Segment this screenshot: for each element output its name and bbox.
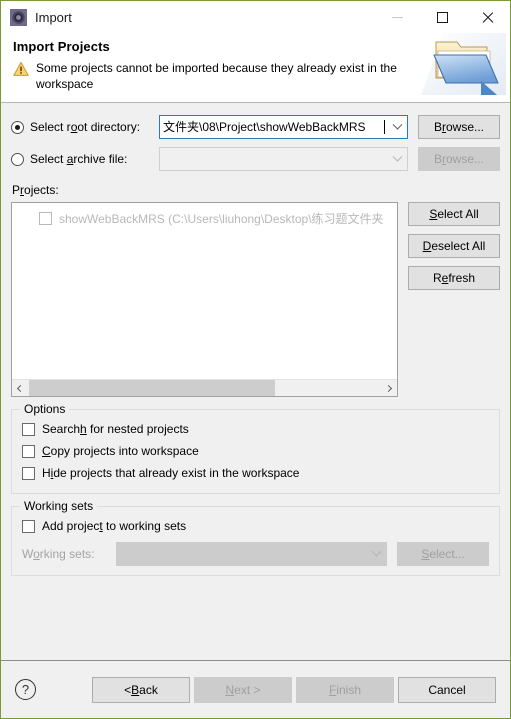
cancel-button[interactable]: Cancel <box>398 676 496 703</box>
footer-buttons: < Back Next > Finish Cancel <box>92 676 496 703</box>
projects-list-items: showWebBackMRS (C:\Users\liuhong\Desktop… <box>12 203 397 379</box>
working-sets-select-button[interactable]: Select... <box>397 542 489 566</box>
text-caret <box>384 120 385 134</box>
checkbox-copy-projects-into-workspace[interactable] <box>22 444 35 458</box>
list-item-label: showWebBackMRS (C:\Users\liuhong\Desktop… <box>59 211 384 226</box>
working-sets-group-title: Working sets <box>20 499 98 513</box>
select-all-button[interactable]: Select All <box>408 202 500 226</box>
option-copy-projects-into-workspace[interactable]: Copy projects into workspace <box>22 440 489 462</box>
radio-root-directory-icon <box>11 120 24 134</box>
deselect-all-button[interactable]: Deselect All <box>408 234 500 258</box>
window-controls <box>375 1 510 33</box>
finish-button[interactable]: Finish <box>296 676 394 703</box>
scrollbar-thumb[interactable] <box>29 380 275 396</box>
working-sets-group: Working sets Add project to working sets… <box>11 499 500 576</box>
option-label: Hide projects that already exist in the … <box>42 466 300 480</box>
root-directory-combo[interactable]: 文件夹\08\Project\showWebBackMRS <box>159 115 408 139</box>
title-bar: Import <box>1 1 510 33</box>
dialog-header: Import Projects Some projects cannot be … <box>1 33 510 103</box>
dialog-body: Select root directory: 文件夹\08\Project\sh… <box>1 103 510 660</box>
warning-triangle-icon <box>13 61 29 77</box>
next-button[interactable]: Next > <box>194 676 292 703</box>
projects-listbox[interactable]: showWebBackMRS (C:\Users\liuhong\Desktop… <box>11 202 398 397</box>
option-label: Copy projects into workspace <box>42 444 199 458</box>
minimize-icon <box>392 16 403 18</box>
checkbox-search-nested-projects[interactable] <box>22 422 35 436</box>
maximize-button[interactable] <box>420 1 465 33</box>
browse-root-directory-button[interactable]: Br owse... <box>418 115 500 139</box>
scroll-left-icon[interactable] <box>12 380 29 396</box>
select-archive-file-label: Select archive file: <box>30 152 128 166</box>
options-group: Options Searchh for nested projects Copy… <box>11 402 500 494</box>
question-mark-icon[interactable]: ? <box>15 679 36 700</box>
archive-file-combo[interactable] <box>159 147 408 171</box>
back-button[interactable]: < Back <box>92 676 190 703</box>
scroll-right-icon[interactable] <box>380 380 397 396</box>
select-root-directory-radio[interactable]: Select root directory: <box>11 120 159 134</box>
help-glyph: ? <box>21 682 30 697</box>
projects-side-buttons: Select All Deselect All Re fresh <box>408 202 500 298</box>
import-dialog-window: Import Import Projects Some projects can… <box>0 0 511 719</box>
window-title: Import <box>35 9 72 25</box>
open-folder-icon <box>421 33 506 103</box>
option-hide-existing-projects[interactable]: Hide projects that already exist in the … <box>22 462 489 484</box>
root-directory-input[interactable]: 文件夹\08\Project\showWebBackMRS <box>160 116 384 138</box>
working-sets-combo-row: Working sets: Select... <box>22 542 489 566</box>
minimize-button[interactable] <box>375 1 420 33</box>
header-warning-message: Some projects cannot be imported because… <box>36 61 397 91</box>
project-checkbox[interactable] <box>39 211 52 225</box>
select-root-directory-row: Select root directory: 文件夹\08\Project\sh… <box>11 115 500 139</box>
select-archive-file-radio[interactable]: Select archive file: <box>11 152 159 166</box>
radio-archive-file-icon <box>11 152 24 166</box>
option-label: Searchh for nested projects <box>42 422 189 436</box>
list-item[interactable]: showWebBackMRS (C:\Users\liuhong\Desktop… <box>12 208 397 228</box>
scrollbar-track[interactable] <box>29 380 380 396</box>
browse-archive-file-button[interactable]: Br owse... <box>418 147 500 171</box>
chevron-down-icon[interactable] <box>387 148 407 170</box>
checkbox-add-project-to-working-sets[interactable] <box>22 519 35 533</box>
option-search-nested-projects[interactable]: Searchh for nested projects <box>22 418 489 440</box>
checkbox-hide-existing-projects[interactable] <box>22 466 35 480</box>
maximize-icon <box>437 11 448 23</box>
working-sets-label: Working sets: <box>22 547 95 561</box>
chevron-down-icon[interactable] <box>366 543 386 565</box>
horizontal-scrollbar[interactable] <box>12 379 397 396</box>
add-project-to-working-sets-row[interactable]: Add project to working sets <box>22 515 489 537</box>
import-gear-icon <box>10 8 27 26</box>
projects-list-area: showWebBackMRS (C:\Users\liuhong\Desktop… <box>11 202 500 397</box>
projects-label: Projects: <box>12 183 59 197</box>
refresh-button[interactable]: Re fresh <box>408 266 500 290</box>
options-group-title: Options <box>20 402 70 416</box>
select-root-directory-label: Select root directory: <box>30 120 141 134</box>
dialog-footer: ? < Back Next > Finish Cancel <box>1 660 510 718</box>
working-sets-combo[interactable] <box>116 542 387 566</box>
chevron-down-icon[interactable] <box>387 116 407 138</box>
close-icon <box>481 11 494 24</box>
select-archive-file-row: Select archive file: Br owse... <box>11 147 500 171</box>
add-project-label: Add project to working sets <box>42 519 187 533</box>
close-button[interactable] <box>465 1 510 33</box>
